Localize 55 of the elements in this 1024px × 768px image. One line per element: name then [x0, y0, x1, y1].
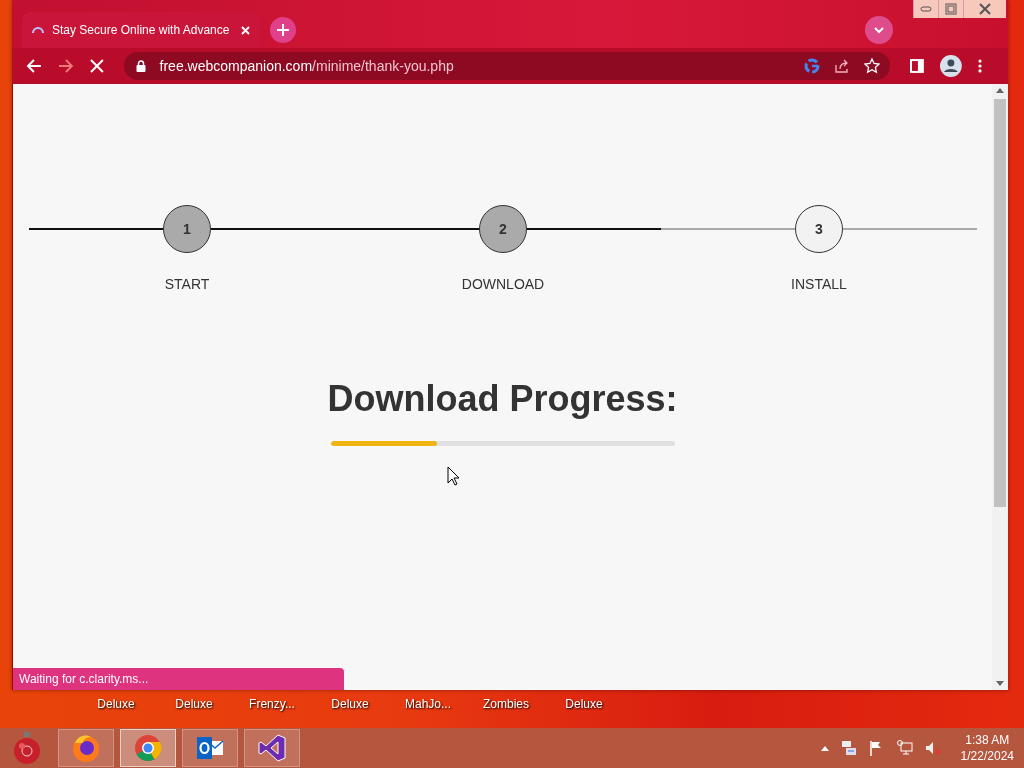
browser-icon: [133, 733, 163, 763]
step-label: START: [164, 276, 210, 292]
menu-icon[interactable]: [978, 59, 982, 73]
start-button[interactable]: [12, 731, 42, 765]
date-text: 1/22/2024: [960, 749, 1014, 763]
star-icon[interactable]: [864, 58, 881, 74]
scrollbar[interactable]: [992, 84, 1008, 690]
minimize-icon: [920, 6, 932, 12]
network-icon[interactable]: [896, 740, 913, 756]
scroll-down-icon[interactable]: [996, 681, 1004, 686]
scroll-up-icon[interactable]: [996, 88, 1004, 93]
step-label: INSTALL: [791, 276, 847, 292]
stop-icon[interactable]: [89, 59, 104, 73]
muted-speaker-icon[interactable]: [924, 740, 941, 756]
clock[interactable]: 1:38 AM 1/22/2024: [960, 733, 1014, 763]
step-circle: 1: [163, 205, 211, 253]
back-icon[interactable]: [26, 58, 42, 74]
browser-tab[interactable]: Stay Secure Online with Advance: [22, 12, 260, 48]
maximize-icon: [945, 3, 957, 15]
step-label: DOWNLOAD: [461, 276, 545, 292]
close-tab-icon[interactable]: [241, 25, 250, 35]
time-text: 1:38 AM: [965, 733, 1010, 747]
url-text: free.webcompanion.com/minime/thank-you.php: [159, 58, 454, 74]
desktop-icon-label[interactable]: Frenzy...: [233, 697, 311, 711]
taskbar-button[interactable]: [182, 729, 238, 767]
side-panel-icon[interactable]: [910, 59, 925, 73]
desktop-icon-label[interactable]: Deluxe: [545, 697, 623, 711]
profile-icon[interactable]: [940, 55, 963, 77]
desktop-icon-label[interactable]: MahJo...: [389, 697, 467, 711]
network-cards-icon[interactable]: [840, 740, 857, 756]
desktop-icon-label[interactable]: Deluxe: [155, 697, 233, 711]
plus-icon: [277, 24, 289, 36]
tab-search-button[interactable]: [865, 16, 893, 44]
ide-icon: [257, 733, 287, 763]
share-icon[interactable]: [834, 58, 851, 74]
new-tab-button[interactable]: [270, 17, 296, 43]
taskbar-button[interactable]: [120, 729, 176, 767]
close-icon: [979, 3, 991, 15]
desktop-icon-label[interactable]: Deluxe: [311, 697, 389, 711]
taskbar-button[interactable]: [58, 729, 114, 767]
desktop-icon-label[interactable]: Deluxe: [77, 697, 155, 711]
address-bar[interactable]: free.webcompanion.com/minime/thank-you.php: [123, 52, 891, 80]
taskbar-button[interactable]: [244, 729, 300, 767]
desktop-icon-label[interactable]: Zombies: [467, 697, 545, 711]
step-circle: 2: [479, 205, 527, 253]
browser-icon: [71, 733, 101, 763]
mouse-pointer-icon: [447, 466, 460, 486]
google-icon[interactable]: [804, 58, 821, 74]
lock-icon: [135, 60, 146, 72]
show-hidden-icons-icon[interactable]: [820, 745, 829, 751]
progress-title: Download Progress:: [326, 378, 679, 420]
tab-title: Stay Secure Online with Advance: [52, 23, 231, 37]
step-circle: 3: [795, 205, 843, 253]
chevron-down-icon: [873, 26, 885, 34]
status-bubble: Waiting for c.clarity.ms...: [13, 668, 344, 690]
